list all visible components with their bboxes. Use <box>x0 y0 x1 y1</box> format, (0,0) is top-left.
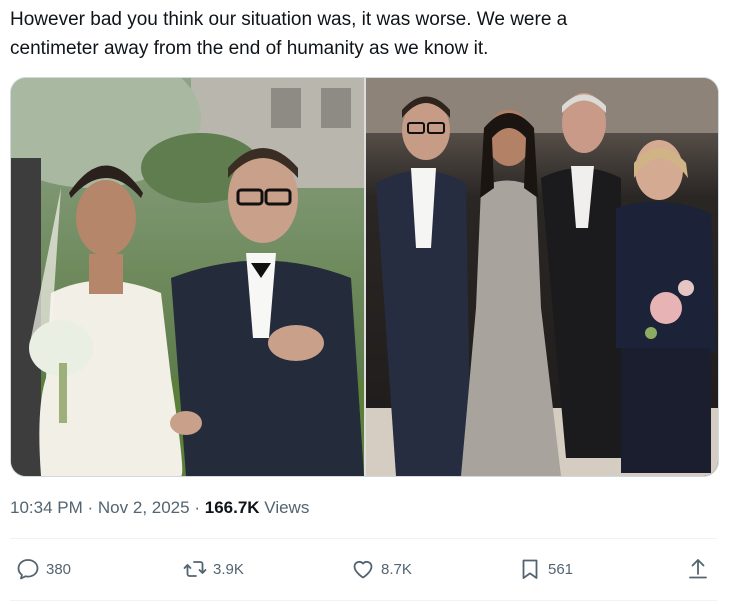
views-label: Views <box>264 498 310 517</box>
divider <box>10 538 717 539</box>
meta-separator: · <box>194 498 200 517</box>
tweet-time[interactable]: 10:34 PM <box>10 498 83 517</box>
share-button[interactable] <box>686 557 710 581</box>
group-photo[interactable] <box>366 78 718 476</box>
reply-button[interactable]: 380 <box>16 557 71 581</box>
wedding-photo-image <box>11 78 364 476</box>
repost-count: 3.9K <box>213 560 244 578</box>
tweet-text-line-1: However bad you think our situation was,… <box>10 9 568 30</box>
group-photo-image <box>366 78 718 476</box>
divider <box>10 600 717 601</box>
bookmark-button[interactable]: 561 <box>518 557 573 581</box>
heart-icon <box>353 561 373 579</box>
repost-button[interactable]: 3.9K <box>183 557 244 581</box>
like-count: 8.7K <box>381 560 412 578</box>
tweet-meta: 10:34 PM · Nov 2, 2025 · 166.7K Views <box>10 498 309 518</box>
wedding-photo[interactable] <box>11 78 364 476</box>
bookmark-icon <box>522 559 538 579</box>
views-count: 166.7K <box>204 498 260 517</box>
like-button[interactable]: 8.7K <box>351 557 412 581</box>
share-icon <box>689 559 707 579</box>
tweet-text-line-2: centimeter away from the end of humanity… <box>10 38 489 59</box>
action-bar: 380 3.9K 8.7K 561 <box>0 557 732 587</box>
meta-separator: · <box>87 498 94 517</box>
repost-icon <box>183 561 207 577</box>
reply-count: 380 <box>46 560 72 578</box>
bookmark-count: 561 <box>548 560 574 578</box>
reply-icon <box>17 559 39 580</box>
media-grid <box>10 77 719 477</box>
tweet-text: However bad you think our situation was,… <box>10 5 710 63</box>
tweet-date[interactable]: Nov 2, 2025 <box>98 498 190 517</box>
